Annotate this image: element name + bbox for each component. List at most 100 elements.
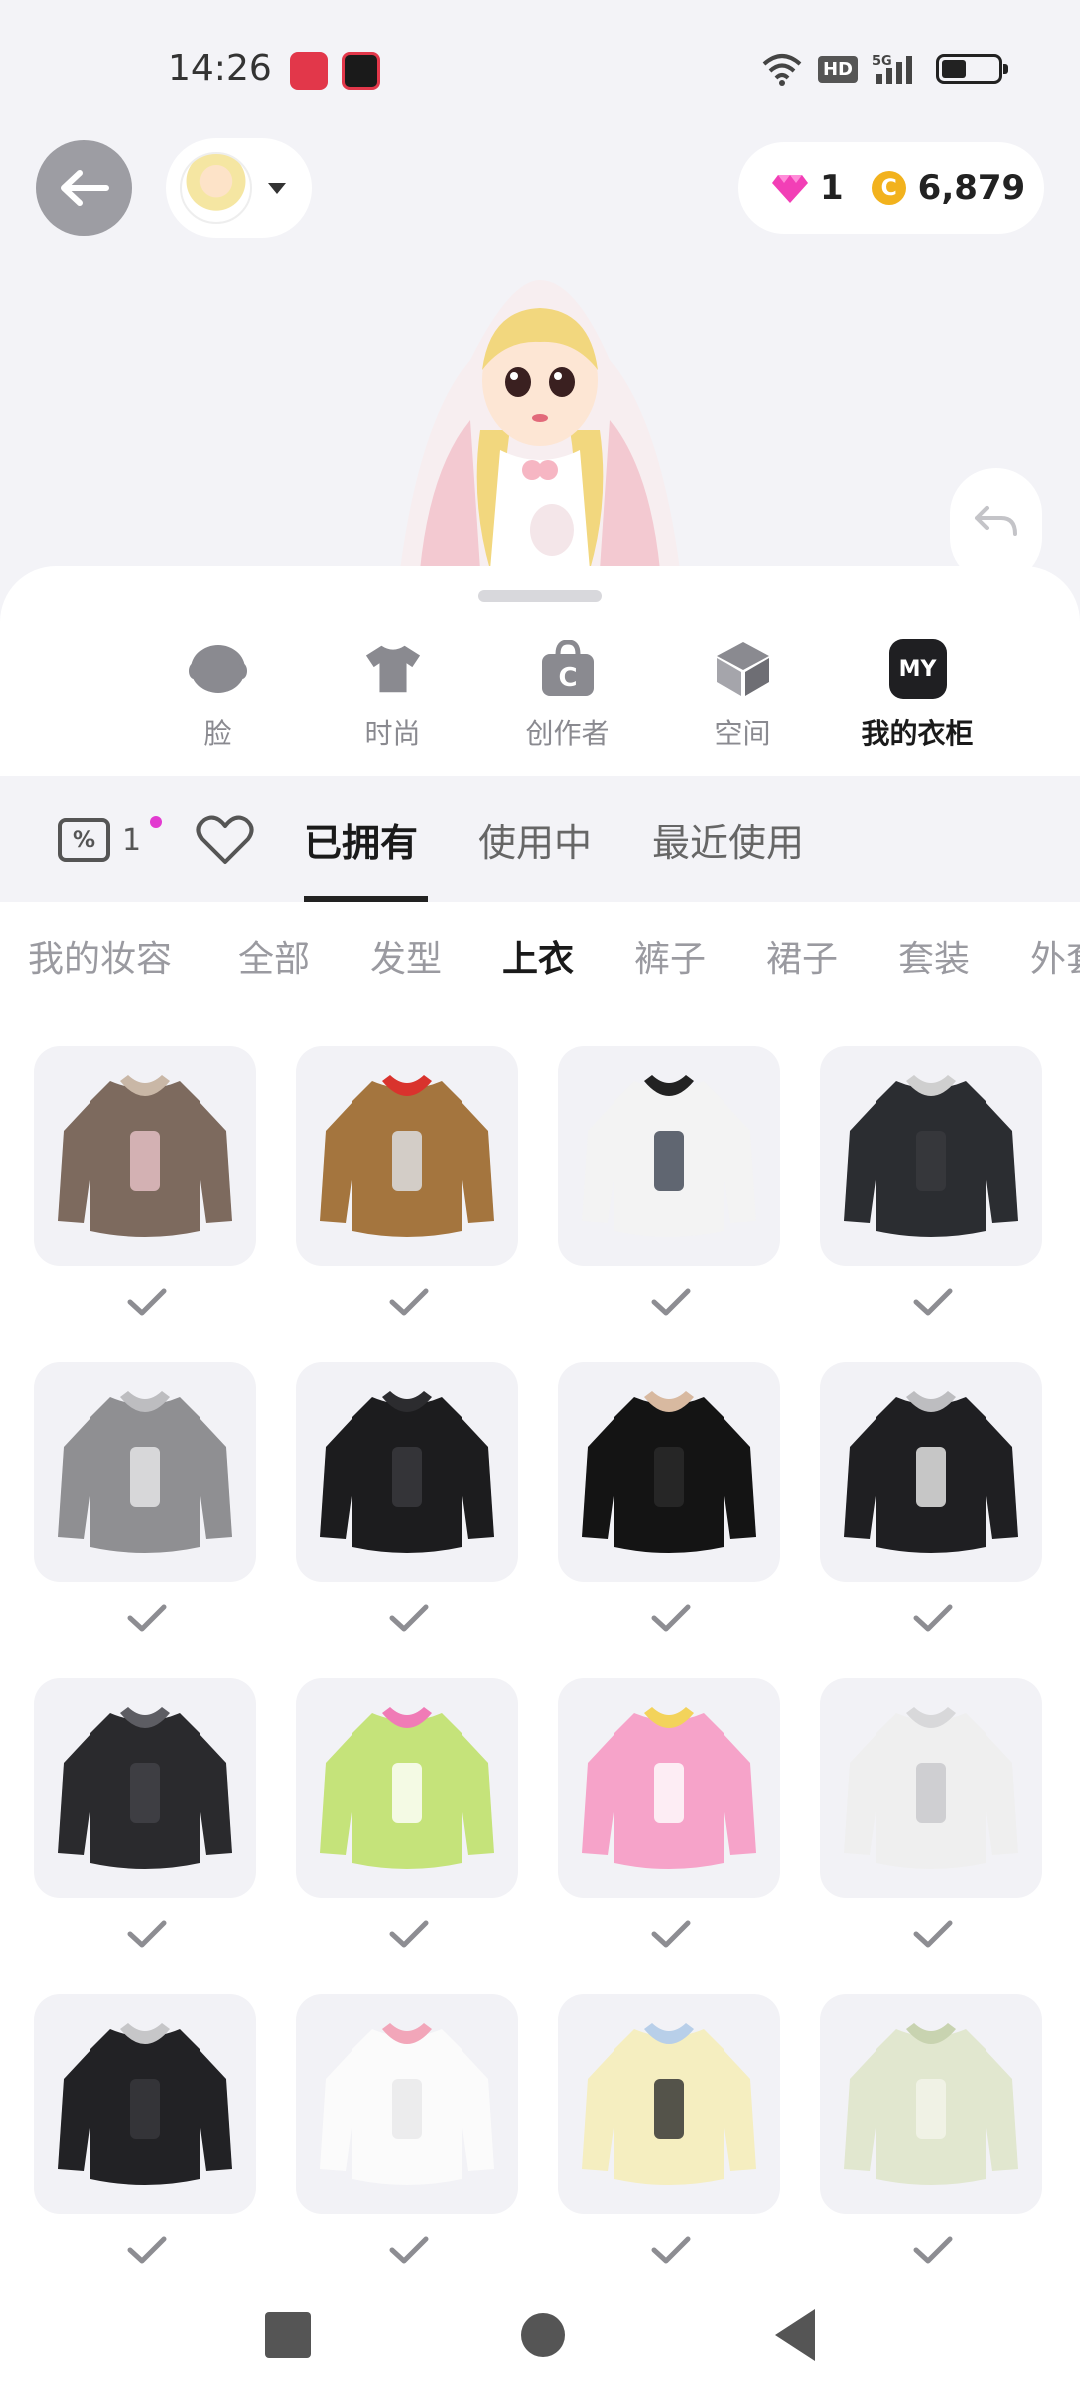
wardrobe-item-grey-star-tee[interactable] bbox=[34, 1678, 256, 1978]
type-tab-my-makeup[interactable]: 我的妆容 bbox=[28, 930, 172, 982]
tab-owned[interactable]: 已拥有 bbox=[304, 812, 418, 867]
item-thumbnail bbox=[296, 1994, 518, 2214]
tab-in-use[interactable]: 使用中 bbox=[478, 812, 592, 867]
wardrobe-item-leopard-vest-red-scarf[interactable] bbox=[296, 1046, 518, 1346]
type-tab-skirts[interactable]: 裙子 bbox=[766, 930, 838, 982]
garment-image bbox=[58, 1075, 232, 1237]
recents-square-icon[interactable] bbox=[265, 2312, 311, 2358]
garment-image bbox=[58, 1391, 232, 1553]
wardrobe-item-black-hoodie-jacket[interactable] bbox=[820, 1362, 1042, 1662]
owned-check-icon bbox=[913, 1604, 953, 1632]
item-thumbnail bbox=[34, 1362, 256, 1582]
owned-check-icon bbox=[389, 1920, 429, 1948]
signal-icon: 5G bbox=[872, 54, 912, 84]
svg-text:C: C bbox=[558, 663, 577, 693]
back-triangle-icon[interactable] bbox=[775, 2309, 815, 2361]
tab-label: 时尚 bbox=[364, 717, 421, 750]
creator-bag-icon: C bbox=[539, 640, 597, 698]
owned-check-icon bbox=[651, 1288, 691, 1316]
coupon-count: 1 bbox=[122, 822, 142, 858]
garment-image bbox=[320, 2023, 494, 2185]
arrow-left-icon bbox=[61, 170, 109, 206]
wardrobe-item-white-ribbon-tee[interactable] bbox=[296, 1994, 518, 2294]
coin-count: 6,879 bbox=[917, 168, 1026, 208]
active-tab-underline bbox=[304, 896, 428, 902]
tab-recently-used[interactable]: 最近使用 bbox=[652, 812, 804, 867]
my-wardrobe-icon: MY bbox=[888, 639, 947, 699]
network-label: 5G bbox=[872, 54, 892, 69]
wardrobe-item-sage-ruffle-dress-top[interactable] bbox=[820, 1994, 1042, 2294]
tab-label: 我的衣柜 bbox=[861, 717, 974, 750]
wardrobe-item-white-track-jacket[interactable] bbox=[558, 1046, 780, 1346]
home-circle-icon[interactable] bbox=[521, 2313, 565, 2357]
type-tab-all[interactable]: 全部 bbox=[238, 930, 310, 982]
wardrobe-item-black-denim-jacket[interactable] bbox=[820, 1046, 1042, 1346]
owned-check-icon bbox=[651, 1604, 691, 1632]
gem-count: 1 bbox=[820, 168, 844, 208]
tshirt-icon bbox=[364, 640, 422, 698]
currency-balance[interactable]: 1 C 6,879 bbox=[738, 142, 1044, 234]
clothing-type-tabs: 我的妆容 全部 发型 上衣 裤子 裙子 套装 外套 bbox=[0, 930, 1080, 990]
garment-image bbox=[844, 1391, 1018, 1553]
type-tab-outerwear[interactable]: 外套 bbox=[1030, 930, 1080, 982]
tab-face[interactable]: 脸 bbox=[130, 640, 305, 752]
tab-creator[interactable]: C 创作者 bbox=[480, 640, 655, 752]
type-tab-tops[interactable]: 上衣 bbox=[502, 930, 574, 982]
coin-icon: C bbox=[871, 171, 906, 205]
wardrobe-item-black-tshirt[interactable] bbox=[558, 1362, 780, 1662]
tab-my-wardrobe[interactable]: MY 我的衣柜 bbox=[830, 639, 1005, 752]
garment-image bbox=[844, 1707, 1018, 1869]
battery-icon bbox=[936, 54, 1008, 84]
avatar-selector[interactable] bbox=[166, 138, 312, 238]
sheet-drag-handle[interactable] bbox=[478, 590, 602, 602]
hd-badge: HD bbox=[817, 55, 858, 83]
cube-icon bbox=[714, 640, 772, 698]
wardrobe-item-grey-zip-hoodie[interactable] bbox=[34, 1362, 256, 1662]
video-app-icon bbox=[342, 52, 380, 90]
wardrobe-item-white-off-shoulder-knit[interactable] bbox=[820, 1678, 1042, 1978]
item-thumbnail bbox=[820, 1362, 1042, 1582]
garment-image bbox=[582, 1075, 756, 1237]
wardrobe-item-leopard-fur-cropped-jacket[interactable] bbox=[34, 1046, 256, 1346]
type-tab-hair[interactable]: 发型 bbox=[370, 930, 442, 982]
heart-icon[interactable] bbox=[196, 814, 254, 866]
face-icon bbox=[188, 640, 247, 698]
garment-image bbox=[320, 1707, 494, 1869]
coupon-button[interactable]: % 1 bbox=[58, 818, 141, 862]
tab-label: 脸 bbox=[203, 717, 232, 750]
owned-check-icon bbox=[913, 1920, 953, 1948]
item-thumbnail bbox=[296, 1362, 518, 1582]
coupon-icon: % bbox=[58, 818, 110, 862]
tab-label: 创作者 bbox=[525, 717, 610, 750]
system-nav-bar bbox=[0, 2270, 1080, 2400]
back-button[interactable] bbox=[36, 140, 132, 236]
type-tab-sets[interactable]: 套装 bbox=[898, 930, 970, 982]
wardrobe-item-pink-anime-print-top[interactable] bbox=[558, 1678, 780, 1978]
wardrobe-item-pastel-yellow-panda-jacket[interactable] bbox=[558, 1994, 780, 2294]
my-badge: MY bbox=[888, 639, 947, 699]
wifi-icon bbox=[762, 54, 802, 86]
tab-fashion[interactable]: 时尚 bbox=[305, 640, 480, 752]
owned-check-icon bbox=[389, 1604, 429, 1632]
owned-check-icon bbox=[127, 1288, 167, 1316]
avatar-character-preview[interactable] bbox=[360, 270, 720, 570]
wardrobe-item-black-turtleneck[interactable] bbox=[296, 1362, 518, 1662]
item-thumbnail bbox=[34, 1678, 256, 1898]
owned-check-icon bbox=[913, 2236, 953, 2264]
status-time: 14:26 bbox=[168, 48, 272, 89]
gem-icon bbox=[772, 175, 808, 203]
wardrobe-item-black-fitted-long-sleeve[interactable] bbox=[34, 1994, 256, 2294]
owned-check-icon bbox=[389, 2236, 429, 2264]
garment-image bbox=[582, 2023, 756, 2185]
tab-space[interactable]: 空间 bbox=[655, 640, 830, 752]
avatar bbox=[180, 152, 252, 224]
garment-image bbox=[320, 1075, 494, 1237]
owned-check-icon bbox=[651, 1920, 691, 1948]
undo-icon bbox=[975, 506, 1017, 536]
battery-fill bbox=[942, 60, 967, 78]
tab-label: 空间 bbox=[714, 717, 771, 750]
item-thumbnail bbox=[820, 1994, 1042, 2214]
garment-image bbox=[844, 1075, 1018, 1237]
type-tab-pants[interactable]: 裤子 bbox=[634, 930, 706, 982]
wardrobe-item-green-anime-print-top[interactable] bbox=[296, 1678, 518, 1978]
